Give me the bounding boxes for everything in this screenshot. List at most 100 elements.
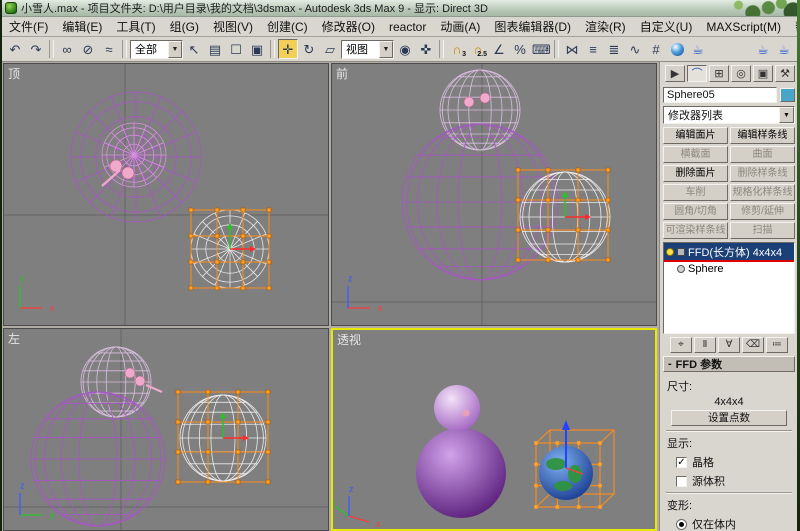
tab-utilities-icon[interactable]: ⚒ xyxy=(775,65,795,82)
layer-manager-icon[interactable]: ≣ xyxy=(604,39,624,59)
curve-editor-icon[interactable]: ∿ xyxy=(625,39,645,59)
sweep-button[interactable]: 扫描 xyxy=(730,222,795,239)
menu-reactor[interactable]: reactor xyxy=(382,18,433,36)
renderable-spline-button[interactable]: 可渲染样条线 xyxy=(663,222,728,239)
chevron-down-icon[interactable]: ▼ xyxy=(779,107,794,123)
quick-render-icon[interactable]: ☕ xyxy=(774,39,794,59)
show-end-result-icon[interactable]: Ⅱ xyxy=(694,337,716,353)
set-number-of-points-button[interactable]: 设置点数 xyxy=(671,410,787,426)
select-and-move-icon[interactable]: ✛ xyxy=(278,39,298,59)
menu-rendering[interactable]: 渲染(R) xyxy=(578,16,633,37)
keyboard-override-icon[interactable]: ⌨ xyxy=(531,39,551,59)
snaps-toggle-icon[interactable]: ∩ 3 xyxy=(447,39,467,59)
menu-tools[interactable]: 工具(T) xyxy=(109,16,162,37)
object-name-field[interactable]: Sphere05 xyxy=(663,87,777,103)
rectangular-selection-region-icon[interactable]: ☐ xyxy=(226,39,246,59)
viewport-left[interactable]: yz 左 xyxy=(3,328,329,531)
command-panel: ▶ ⌒ ⊞ ◎ ▣ ⚒ Sphere05 修改器列表 ▼ 编辑面片 编辑样条线 … xyxy=(659,62,797,531)
viewport-top[interactable]: xy 顶 xyxy=(3,63,329,326)
menu-group[interactable]: 组(G) xyxy=(163,16,206,37)
window-crossing-icon[interactable]: ▣ xyxy=(247,39,267,59)
select-and-link-icon[interactable]: ∞ xyxy=(57,39,77,59)
tab-create-icon[interactable]: ▶ xyxy=(665,65,685,82)
viewport-perspective-label[interactable]: 透视 xyxy=(337,331,361,348)
mirror-icon[interactable]: ⋈ xyxy=(562,39,582,59)
angle-snap-icon[interactable]: ∠ xyxy=(489,39,509,59)
lattice-checkbox[interactable]: ✓ xyxy=(676,456,687,468)
ffd-parameters-rollout-header[interactable]: - FFD 参数 xyxy=(663,356,795,372)
percent-snap-icon[interactable]: % xyxy=(510,39,530,59)
collapse-icon[interactable]: - xyxy=(668,358,672,370)
menu-edit[interactable]: 编辑(E) xyxy=(55,16,109,37)
lathe-button[interactable]: 车削 xyxy=(663,184,728,201)
surface-button[interactable]: 曲面 xyxy=(730,146,795,163)
stack-item-label: FFD(长方体) 4x4x4 xyxy=(688,246,783,259)
edit-spline-button[interactable]: 编辑样条线 xyxy=(730,127,795,144)
trim-extend-button[interactable]: 修剪/延伸 xyxy=(730,203,795,220)
delete-spline-button[interactable]: 删除样条线 xyxy=(730,165,795,182)
align-icon[interactable]: ≡ xyxy=(583,39,603,59)
bind-to-space-warp-icon[interactable]: ≈ xyxy=(99,39,119,59)
object-node-icon xyxy=(677,264,685,273)
redo-icon[interactable]: ↷ xyxy=(26,39,46,59)
use-center-icon[interactable]: ◉ xyxy=(395,39,415,59)
viewport-front-canvas[interactable]: xz xyxy=(332,64,656,325)
render-last-icon[interactable]: ☕ xyxy=(753,39,773,59)
make-unique-icon[interactable]: ∀ xyxy=(718,337,740,353)
render-setup-icon[interactable]: ☕ xyxy=(688,39,708,59)
stack-toolbar: ⌖ Ⅱ ∀ ⌫ ≔ xyxy=(663,334,795,356)
stack-item-sphere[interactable]: Sphere xyxy=(664,260,794,277)
reference-coordinate-dropdown[interactable]: 视图 ▼ xyxy=(341,39,394,59)
select-by-name-icon[interactable]: ▤ xyxy=(205,39,225,59)
remove-modifier-icon[interactable]: ⌫ xyxy=(742,337,764,353)
viewport-top-canvas[interactable]: xy xyxy=(4,64,328,325)
selection-filter-dropdown[interactable]: 全部 ▼ xyxy=(130,39,183,59)
menu-file[interactable]: 文件(F) xyxy=(2,16,55,37)
tab-motion-icon[interactable]: ◎ xyxy=(731,65,751,82)
toolbar-separator xyxy=(439,40,444,58)
viewport-left-canvas[interactable]: yz xyxy=(4,329,328,530)
menu-graph-editors[interactable]: 图表编辑器(D) xyxy=(487,16,578,37)
viewport-front[interactable]: xz 前 xyxy=(331,63,657,326)
fillet-chamfer-button[interactable]: 圆角/切角 xyxy=(663,203,728,220)
cross-section-button[interactable]: 横截面 xyxy=(663,146,728,163)
tab-hierarchy-icon[interactable]: ⊞ xyxy=(709,65,729,82)
viewport-top-label[interactable]: 顶 xyxy=(8,65,20,82)
select-and-manipulate-icon[interactable]: ✜ xyxy=(416,39,436,59)
wallpaper-foliage xyxy=(667,0,797,16)
chevron-down-icon[interactable]: ▼ xyxy=(168,40,182,58)
modifier-list-dropdown[interactable]: 修改器列表 ▼ xyxy=(663,106,795,124)
edit-patch-button[interactable]: 编辑面片 xyxy=(663,127,728,144)
tab-display-icon[interactable]: ▣ xyxy=(753,65,773,82)
select-object-icon[interactable]: ↖ xyxy=(184,39,204,59)
menu-create[interactable]: 创建(C) xyxy=(260,16,315,37)
menu-maxscript[interactable]: MAXScript(M) xyxy=(699,18,788,36)
material-editor-icon[interactable] xyxy=(667,39,687,59)
menu-views[interactable]: 视图(V) xyxy=(206,16,260,37)
viewport-front-label[interactable]: 前 xyxy=(336,65,348,82)
normalize-spline-button[interactable]: 规格化样条线 xyxy=(730,184,795,201)
stack-item-ffd[interactable]: FFD(长方体) 4x4x4 xyxy=(664,243,794,262)
unlink-selection-icon[interactable]: ⊘ xyxy=(78,39,98,59)
menu-modifiers[interactable]: 修改器(O) xyxy=(315,16,382,37)
menu-customize[interactable]: 自定义(U) xyxy=(633,16,700,37)
select-and-scale-icon[interactable]: ▱ xyxy=(320,39,340,59)
object-color-swatch[interactable] xyxy=(780,88,795,102)
snaps-25-toggle-icon[interactable]: ∩ 2.5 xyxy=(468,39,488,59)
undo-icon[interactable]: ↶ xyxy=(5,39,25,59)
tab-modify-icon[interactable]: ⌒ xyxy=(687,65,707,82)
delete-patch-button[interactable]: 删除面片 xyxy=(663,165,728,182)
source-volume-checkbox[interactable] xyxy=(676,475,687,487)
viewport-perspective[interactable]: x y z 透视 xyxy=(331,328,657,531)
menu-animation[interactable]: 动画(A) xyxy=(433,16,487,37)
chevron-down-icon[interactable]: ▼ xyxy=(379,40,393,58)
only-in-volume-radio[interactable] xyxy=(676,518,687,530)
schematic-view-icon[interactable]: # xyxy=(646,39,666,59)
viewport-perspective-canvas[interactable]: x y z xyxy=(333,330,655,529)
viewport-left-label[interactable]: 左 xyxy=(8,330,20,347)
lightbulb-icon[interactable] xyxy=(666,247,674,256)
configure-modifier-sets-icon[interactable]: ≔ xyxy=(766,337,788,353)
window-titlebar[interactable]: 小雪人.max - 项目文件夹: D:\用户目录\我的文档\3dsmax - A… xyxy=(2,0,797,17)
select-and-rotate-icon[interactable]: ↻ xyxy=(299,39,319,59)
pin-stack-icon[interactable]: ⌖ xyxy=(670,337,692,353)
